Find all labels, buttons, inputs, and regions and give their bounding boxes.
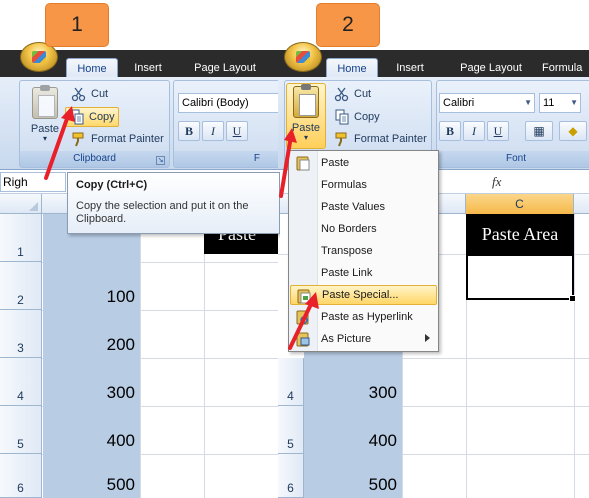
step-1-panel: 1 Home Insert Page Layout Paste ▾ Cut Co… (0, 0, 280, 498)
red-arrow-icon (44, 106, 75, 180)
red-arrow-icon (279, 128, 319, 350)
step-2-panel: 2 Home Insert Page Layout Formula Paste … (278, 0, 589, 498)
